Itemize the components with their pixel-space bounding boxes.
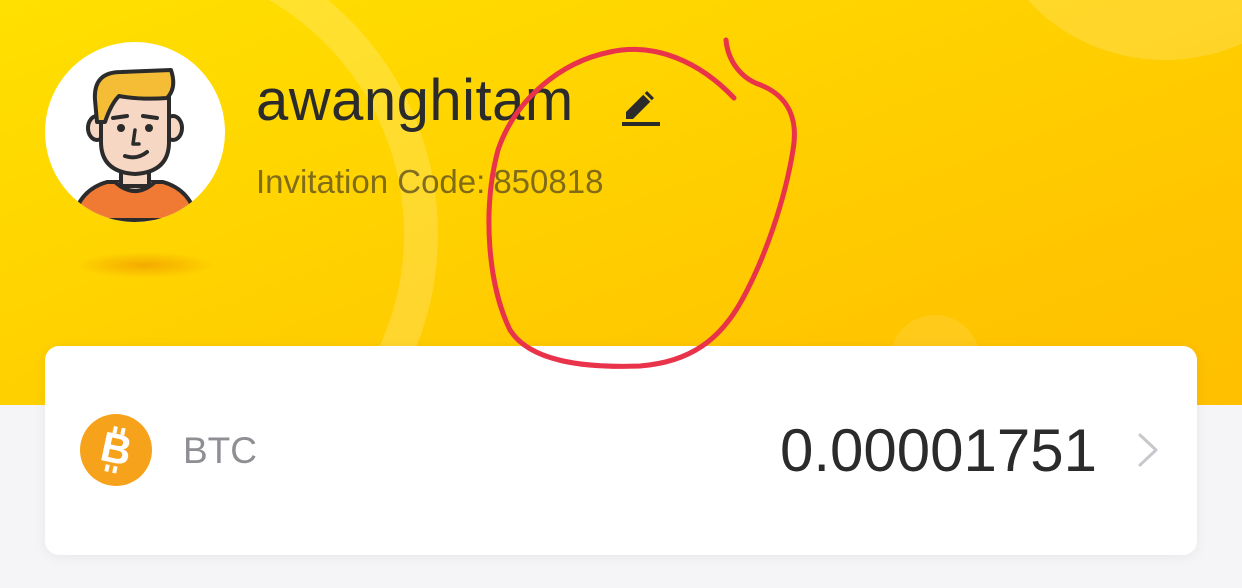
avatar[interactable] bbox=[45, 42, 225, 222]
decorative-circle bbox=[985, 0, 1242, 60]
profile-screen: awanghitam Invitation Code: 850818 B BTC … bbox=[0, 0, 1242, 588]
profile-header: awanghitam Invitation Code: 850818 bbox=[0, 0, 1242, 405]
invitation-code-row: Invitation Code: 850818 bbox=[256, 162, 603, 202]
chevron-right-icon[interactable] bbox=[1132, 432, 1162, 468]
username: awanghitam bbox=[256, 68, 574, 133]
invitation-code-value[interactable]: 850818 bbox=[493, 163, 603, 200]
avatar-shadow bbox=[75, 252, 215, 278]
decorative-ring bbox=[0, 0, 438, 405]
coin-name: BTC bbox=[183, 430, 257, 471]
btc-balance-value: 0.00001751 bbox=[780, 417, 1097, 484]
bitcoin-icon: B bbox=[80, 414, 152, 486]
btc-balance-card[interactable]: B BTC 0.00001751 bbox=[45, 346, 1197, 555]
pencil-icon bbox=[622, 91, 660, 126]
edit-username-button[interactable] bbox=[616, 84, 666, 134]
avatar-illustration-icon bbox=[71, 68, 199, 222]
invitation-code-label: Invitation Code: bbox=[256, 163, 486, 200]
